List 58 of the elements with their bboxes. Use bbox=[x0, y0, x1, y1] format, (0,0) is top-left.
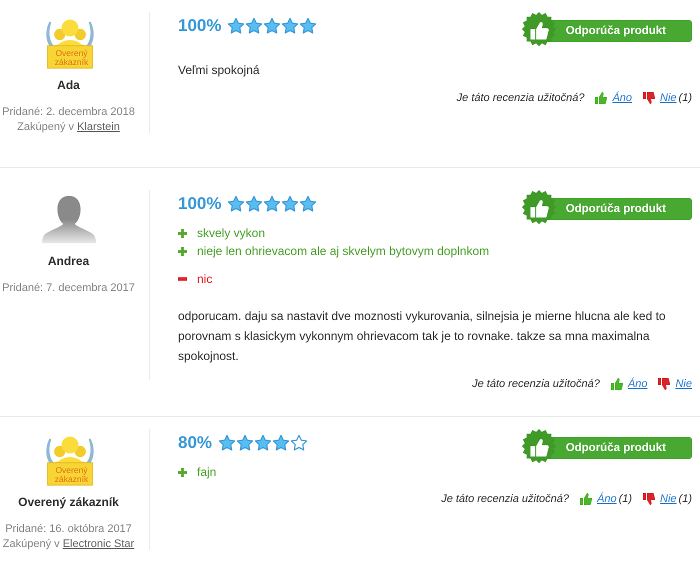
purchased-from: Zakúpený v Electronic Star bbox=[2, 538, 134, 550]
thumbs-down-icon bbox=[643, 493, 656, 505]
rating-score: 100% bbox=[178, 194, 222, 214]
added-date: Pridané: 7. decembra 2017 bbox=[2, 282, 135, 294]
helpful-question: Je táto recenzia užitočná? bbox=[441, 493, 569, 505]
star-icon bbox=[227, 195, 246, 213]
verified-badge-label: Overený zákazník bbox=[54, 466, 90, 484]
helpful-question: Je táto recenzia užitočná? bbox=[472, 378, 600, 390]
plus-icon bbox=[178, 228, 187, 238]
rating-score: 100% bbox=[178, 16, 222, 36]
pro-text: nieje len ohrievacom ale aj skvelym bytovym doplnkom bbox=[197, 243, 490, 260]
pro-text: skvely vykon bbox=[197, 225, 266, 242]
star-icon bbox=[236, 434, 254, 452]
rating-score: 80% bbox=[178, 433, 212, 453]
no-count: (1) bbox=[678, 92, 692, 104]
helpful-link[interactable]: Áno bbox=[612, 92, 632, 104]
star-icon bbox=[299, 195, 318, 213]
thumbs-up-icon bbox=[610, 378, 623, 390]
review-text: odporucam. daju sa nastavit dve moznosti vykurovania, silnejsia je mierne hlucna ale ked to porovnam s klasickym vykonnym ohrievacom tak je to rovnake. takze sa mna maximalna spokojnost. bbox=[178, 308, 667, 365]
review-text: Veľmi spokojná bbox=[178, 62, 261, 79]
thumbs-down-icon bbox=[643, 92, 656, 104]
star-icon bbox=[281, 195, 300, 213]
not-helpful-link[interactable]: Nie bbox=[675, 378, 692, 390]
not-helpful-link[interactable]: Nie bbox=[660, 493, 677, 505]
no-count: (1) bbox=[678, 493, 692, 505]
added-date: Pridané: 16. októbra 2017 bbox=[5, 523, 132, 535]
thumbs-up-icon bbox=[580, 493, 592, 505]
star-icon bbox=[245, 17, 264, 35]
author-name: Overený zákazník bbox=[18, 495, 119, 509]
star-icon bbox=[299, 17, 318, 35]
con-text: nic bbox=[197, 271, 212, 288]
purchased-from: Zakúpený v Klarstein bbox=[17, 121, 120, 133]
verified-badge-label: Overený zákazník bbox=[54, 49, 90, 67]
yes-count: (1) bbox=[618, 493, 632, 505]
added-date: Pridané: 2. decembra 2018 bbox=[2, 106, 135, 118]
star-icon bbox=[227, 17, 246, 35]
author-name: Ada bbox=[57, 78, 80, 92]
helpful-link[interactable]: Áno bbox=[597, 493, 617, 505]
helpful-question: Je táto recenzia užitočná? bbox=[456, 92, 584, 104]
star-icon bbox=[263, 195, 282, 213]
shop-link[interactable]: Klarstein bbox=[77, 121, 120, 133]
author-name: Andrea bbox=[48, 254, 90, 268]
star-icon bbox=[290, 434, 308, 452]
helpful-link[interactable]: Áno bbox=[628, 378, 648, 390]
star-icon bbox=[272, 434, 290, 452]
thumbs-down-icon bbox=[658, 378, 670, 390]
thumbs-up-icon bbox=[595, 92, 608, 104]
plus-icon bbox=[178, 246, 187, 256]
star-icon bbox=[218, 434, 236, 452]
star-icon bbox=[263, 17, 282, 35]
not-helpful-link[interactable]: Nie bbox=[660, 92, 677, 104]
star-icon bbox=[245, 195, 264, 213]
minus-icon bbox=[178, 277, 187, 281]
star-icon bbox=[254, 434, 272, 452]
plus-icon bbox=[178, 468, 187, 476]
star-icon bbox=[281, 17, 300, 35]
pro-text: fajn bbox=[197, 464, 216, 481]
shop-link[interactable]: Electronic Star bbox=[62, 538, 134, 550]
